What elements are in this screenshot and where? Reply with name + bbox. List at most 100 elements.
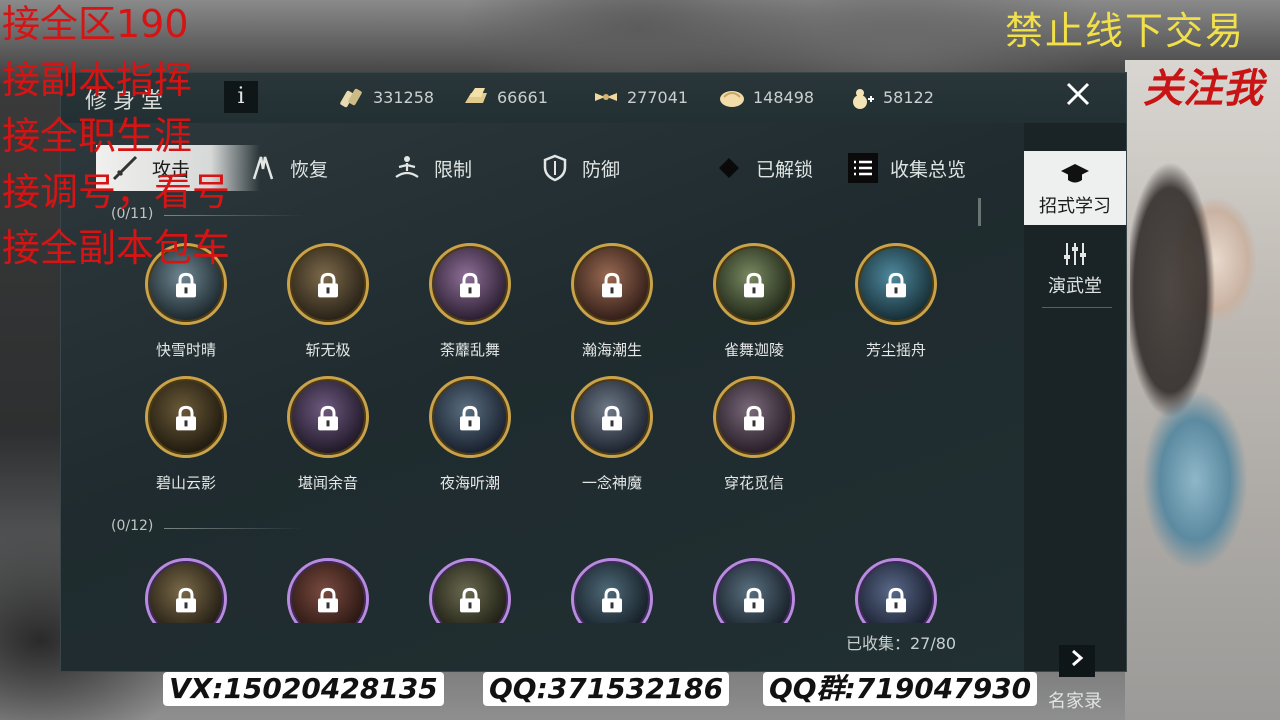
skill-card[interactable]: 碧山云影 [131, 376, 241, 493]
sliders-icon [1064, 243, 1086, 265]
side-item-famous-list[interactable]: 名家录 [1024, 687, 1126, 713]
skill-card[interactable]: 芳尘摇舟 [841, 243, 951, 360]
skill-card[interactable]: 一念神魔 [557, 376, 667, 493]
lock-icon [886, 272, 906, 298]
skill-card[interactable]: 荼蘼乱舞 [415, 243, 525, 360]
tab-defense[interactable]: 防御 [540, 145, 620, 191]
tab-label: 恢复 [290, 158, 329, 181]
skill-name: 夜海听潮 [439, 474, 500, 492]
skill-name: 斩无极 [305, 341, 351, 359]
lock-icon [318, 272, 338, 298]
tab-collection-overview[interactable]: 收集总览 [848, 145, 966, 191]
side-item-skill-learning[interactable]: 招式学习 [1024, 151, 1126, 225]
skill-card[interactable] [699, 558, 809, 623]
skill-card[interactable] [273, 558, 383, 623]
currency-silver: 331258 [339, 85, 434, 109]
shield-icon [543, 154, 567, 182]
skill-card[interactable]: 夜海听潮 [415, 376, 525, 493]
currency-ribbon: 277041 [593, 85, 688, 109]
skill-card[interactable]: 瀚海潮生 [557, 243, 667, 360]
skill-card[interactable]: 雀舞迦陵 [699, 243, 809, 360]
chevron-right-icon [1072, 649, 1084, 667]
skill-name: 穿花觅信 [723, 474, 784, 492]
skill-card[interactable]: 堪闻余音 [273, 376, 383, 493]
skill-name: 雀舞迦陵 [723, 341, 784, 359]
overlay-contact-qq-group: QQ群:719047930 [763, 672, 1038, 706]
tab-label: 防御 [582, 158, 621, 181]
close-button[interactable] [1061, 81, 1095, 115]
overlay-follow-me: 关注我 [1143, 65, 1263, 112]
skill-card[interactable] [415, 558, 525, 623]
meditation-icon [395, 156, 419, 178]
skill-badge [855, 558, 937, 623]
diamond-icon [719, 158, 739, 178]
close-icon [1066, 82, 1090, 106]
skill-badge [713, 243, 795, 325]
lock-icon [744, 272, 764, 298]
overlay-red-line-3: 接全职生涯 [2, 114, 193, 158]
silver-ingot-icon [340, 88, 362, 108]
overlay-red-line-2: 接副本指挥 [2, 58, 193, 102]
currency-gourd: 58122 [849, 85, 934, 109]
side-menu: 招式学习 演武堂 名家录 [1024, 123, 1126, 712]
side-item-label: 招式学习 [1039, 196, 1111, 217]
skill-name: 荼蘼乱舞 [439, 341, 500, 359]
lock-icon [886, 587, 906, 613]
lock-icon [318, 405, 338, 431]
skill-badge [287, 376, 369, 458]
bun-icon [720, 91, 744, 107]
side-item-label: 演武堂 [1048, 276, 1102, 297]
skill-card[interactable]: 穿花觅信 [699, 376, 809, 493]
skill-badge [145, 376, 227, 458]
currency-value: 277041 [627, 87, 689, 107]
overlay-contact-vx: VX:15020428135 [163, 672, 444, 706]
skill-name: 快雪时晴 [155, 341, 216, 359]
skill-card[interactable] [841, 558, 951, 623]
section-2-divider [164, 528, 304, 529]
skill-card[interactable] [131, 558, 241, 623]
famous-list-arrow-button[interactable] [1059, 645, 1095, 677]
character-portrait-hair [1130, 120, 1280, 500]
side-divider [1042, 307, 1112, 308]
skill-card[interactable]: 斩无极 [273, 243, 383, 360]
currency-value: 66661 [497, 87, 548, 107]
skill-name: 芳尘摇舟 [865, 341, 926, 359]
lock-icon [176, 405, 196, 431]
lock-icon [602, 587, 622, 613]
skill-badge [855, 243, 937, 325]
overlay-red-line-4: 接调号，看号 [2, 170, 231, 214]
skill-badge [713, 558, 795, 623]
tab-control[interactable]: 限制 [392, 145, 472, 191]
lock-icon [744, 405, 764, 431]
lock-icon [460, 405, 480, 431]
overlay-contact-qq: QQ:371532186 [483, 672, 730, 706]
skill-badge [145, 558, 227, 623]
info-button[interactable]: i [224, 81, 258, 113]
scholar-hat-icon [1061, 164, 1089, 183]
tab-label: 收集总览 [890, 158, 967, 181]
skill-badge [429, 558, 511, 623]
tab-label: 已解锁 [756, 158, 814, 181]
tab-recover[interactable]: 恢复 [248, 145, 328, 191]
skill-name: 一念神魔 [581, 474, 642, 492]
skill-badge [571, 376, 653, 458]
hands-icon [252, 156, 274, 180]
tab-unlocked[interactable]: 已解锁 [714, 145, 813, 191]
lock-icon [602, 272, 622, 298]
currency-gold: 66661 [463, 85, 548, 109]
skill-badge [429, 376, 511, 458]
skill-name: 堪闻余音 [297, 474, 358, 492]
side-item-martial-hall[interactable]: 演武堂 [1024, 241, 1126, 311]
scrollbar[interactable] [978, 198, 981, 226]
list-icon [848, 153, 878, 183]
lock-icon [460, 587, 480, 613]
lock-icon [602, 405, 622, 431]
skill-badge [287, 243, 369, 325]
skill-card[interactable] [557, 558, 667, 623]
tab-label: 限制 [434, 158, 473, 181]
gourd-icon [853, 89, 874, 109]
skill-badge [571, 558, 653, 623]
skill-badge [429, 243, 511, 325]
skill-badge [571, 243, 653, 325]
lock-icon [318, 587, 338, 613]
